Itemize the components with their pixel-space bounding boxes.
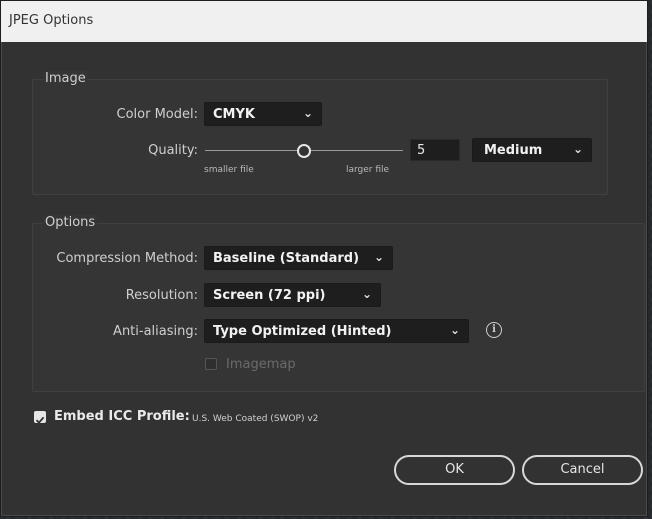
compression-method-value: Baseline (Standard) — [213, 251, 360, 266]
imagemap-checkbox[interactable] — [205, 358, 217, 370]
title-bar[interactable]: JPEG Options — [1, 1, 647, 42]
smaller-file-label: smaller file — [204, 165, 254, 175]
resolution-label: Resolution: — [125, 288, 198, 303]
embed-icc-checkbox[interactable] — [34, 411, 46, 424]
chevron-down-icon: ⌄ — [361, 287, 372, 301]
quality-preset-value: Medium — [484, 143, 543, 158]
quality-preset-select[interactable]: Medium ⌄ — [472, 138, 592, 162]
quality-label: Quality: — [148, 143, 198, 158]
image-group — [32, 79, 608, 195]
chevron-down-icon: ⌄ — [302, 106, 313, 120]
ok-button[interactable]: OK — [394, 455, 515, 485]
image-group-title: Image — [43, 71, 88, 86]
anti-aliasing-label: Anti-aliasing: — [113, 324, 198, 339]
color-model-label: Color Model: — [116, 107, 199, 122]
imagemap-label: Imagemap — [226, 357, 296, 372]
chevron-down-icon: ⌄ — [572, 142, 583, 156]
anti-aliasing-select[interactable]: Type Optimized (Hinted) ⌄ — [204, 319, 469, 343]
chevron-down-icon: ⌄ — [449, 323, 460, 337]
options-group-title: Options — [43, 215, 98, 230]
icc-profile-name: U.S. Web Coated (SWOP) v2 — [192, 414, 319, 424]
quality-value: 5 — [417, 143, 426, 158]
dialog-title: JPEG Options — [9, 13, 94, 28]
anti-aliasing-value: Type Optimized (Hinted) — [213, 324, 392, 339]
embed-icc-label: Embed ICC Profile: — [54, 409, 190, 424]
chevron-down-icon: ⌄ — [373, 250, 384, 264]
cancel-button[interactable]: Cancel — [522, 455, 643, 485]
checkmark-icon — [35, 416, 45, 424]
resolution-value: Screen (72 ppi) — [213, 288, 326, 303]
compression-method-select[interactable]: Baseline (Standard) ⌄ — [204, 246, 393, 270]
larger-file-label: larger file — [346, 165, 390, 175]
quality-slider-thumb[interactable] — [297, 144, 311, 158]
color-model-value: CMYK — [213, 107, 255, 122]
info-icon[interactable]: i — [486, 322, 502, 338]
color-model-select[interactable]: CMYK ⌄ — [204, 102, 322, 126]
quality-value-input[interactable]: 5 — [410, 139, 460, 161]
jpeg-options-dialog: JPEG Options Image Color Model: CMYK ⌄ Q… — [0, 0, 648, 517]
resolution-select[interactable]: Screen (72 ppi) ⌄ — [204, 283, 381, 307]
compression-method-label: Compression Method: — [56, 251, 198, 266]
